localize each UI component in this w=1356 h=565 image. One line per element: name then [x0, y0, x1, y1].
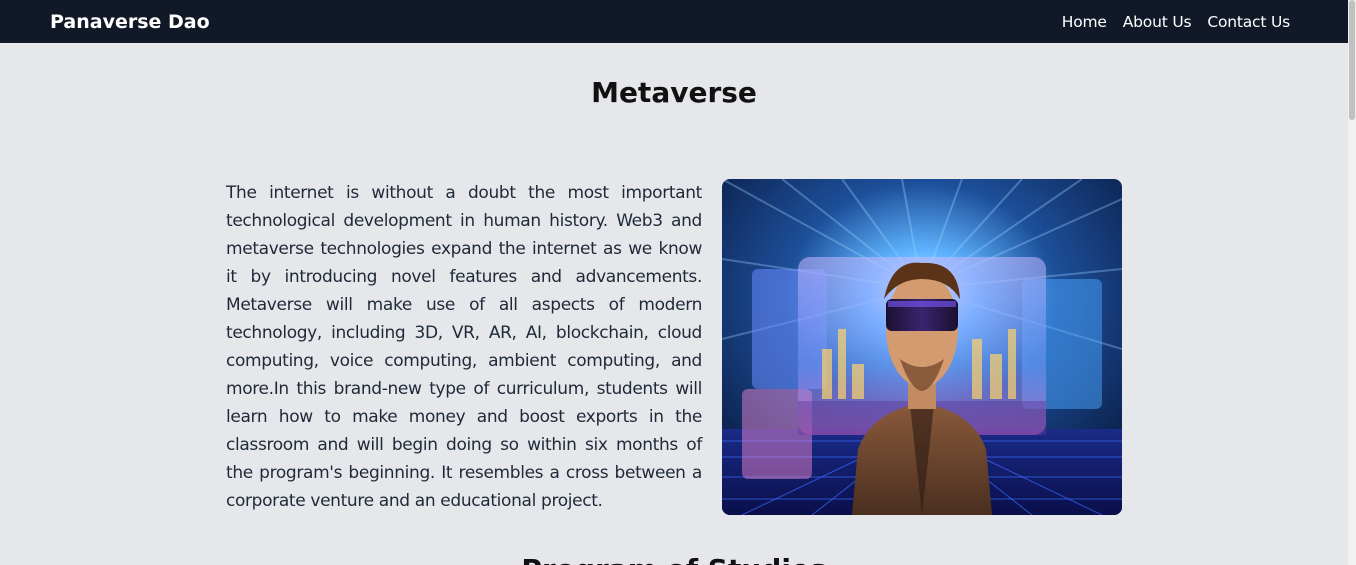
- metaverse-hero-image: [722, 179, 1122, 515]
- page-title: Metaverse: [591, 76, 757, 109]
- brand-logo-text[interactable]: Panaverse Dao: [50, 11, 210, 33]
- nav-link-home[interactable]: Home: [1062, 13, 1107, 31]
- nav-link-contact-us[interactable]: Contact Us: [1207, 13, 1290, 31]
- section-title-program: Program of Studies: [0, 553, 1348, 565]
- nav-links: Home About Us Contact Us: [1062, 13, 1290, 31]
- scrollbar-thumb[interactable]: [1349, 0, 1355, 120]
- nav-link-about-us[interactable]: About Us: [1123, 13, 1192, 31]
- page-scrollbar[interactable]: [1348, 0, 1356, 565]
- navbar: Panaverse Dao Home About Us Contact Us: [0, 0, 1348, 43]
- metaverse-description: The internet is without a doubt the most…: [226, 183, 702, 511]
- main-content: The internet is without a doubt the most…: [226, 179, 1122, 515]
